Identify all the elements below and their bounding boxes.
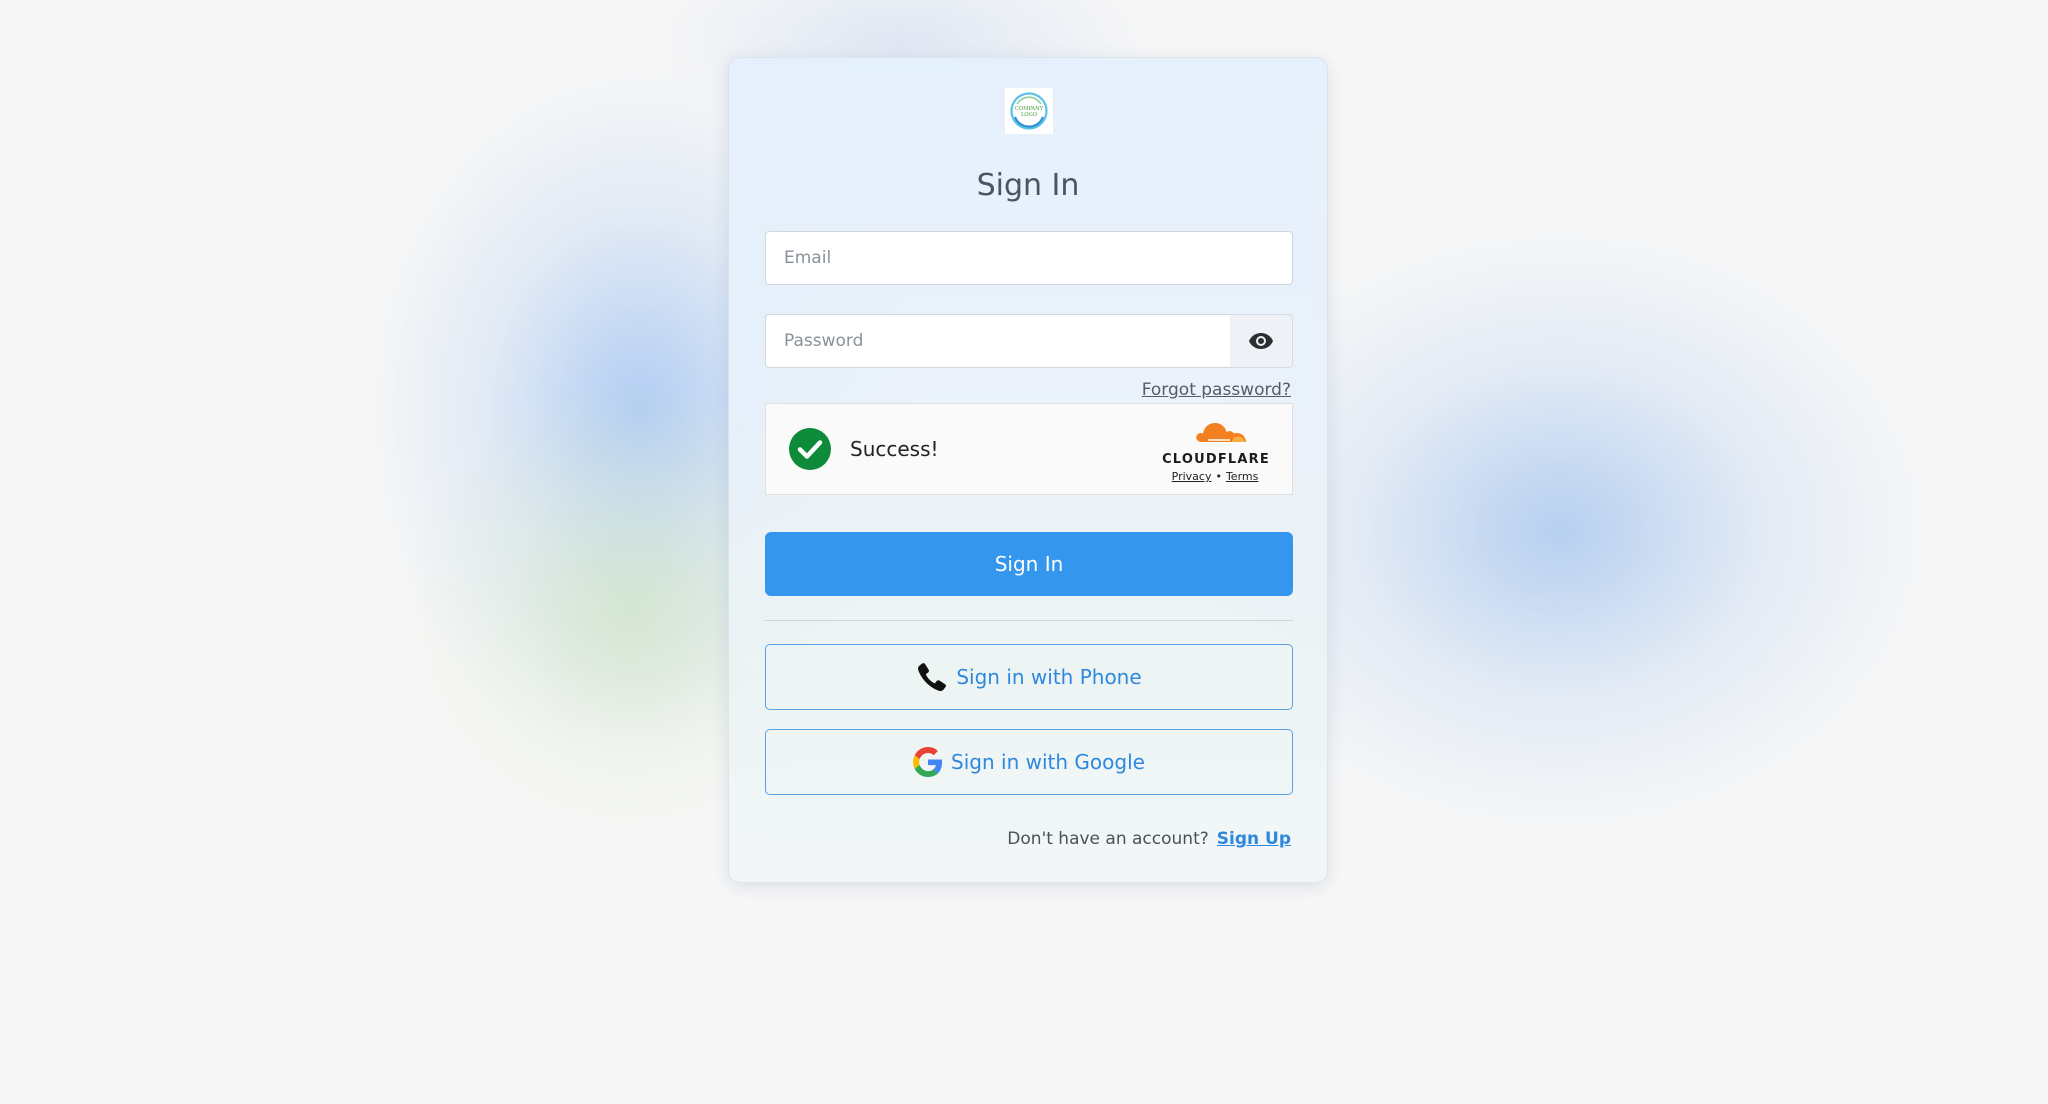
company-logo: COMPANY LOGO [1005, 88, 1053, 134]
cloudflare-wordmark: CLOUDFLARE [1162, 452, 1270, 467]
phone-icon [918, 663, 947, 692]
company-logo-icon: COMPANY LOGO [1010, 92, 1048, 130]
captcha-link-separator: • [1215, 470, 1222, 483]
sign-in-with-phone-label: Sign in with Phone [956, 665, 1142, 689]
captcha-privacy-link[interactable]: Privacy [1172, 470, 1212, 483]
cloudflare-logo: CLOUDFLARE Privacy • Terms [1160, 420, 1270, 483]
check-circle-icon [789, 428, 831, 470]
sign-up-link[interactable]: Sign Up [1217, 829, 1291, 849]
sign-in-button[interactable]: Sign In [765, 532, 1293, 596]
svg-text:LOGO: LOGO [1021, 112, 1037, 118]
eye-icon [1249, 333, 1273, 349]
sign-in-card: COMPANY LOGO Sign In Forgot password? Su… [728, 57, 1328, 883]
signup-prompt-row: Don't have an account? Sign Up [1007, 829, 1291, 849]
google-icon [913, 747, 943, 777]
cloudflare-captcha-widget: Success! CLOUDFLARE Privacy • Terms [765, 403, 1293, 495]
forgot-password-link[interactable]: Forgot password? [1142, 380, 1291, 400]
captcha-terms-link[interactable]: Terms [1226, 470, 1258, 483]
toggle-password-visibility-button[interactable] [1230, 314, 1293, 368]
sign-in-with-phone-button[interactable]: Sign in with Phone [765, 644, 1293, 710]
email-input[interactable] [765, 231, 1293, 285]
divider [765, 620, 1293, 621]
captcha-links: Privacy • Terms [1160, 470, 1270, 483]
password-input[interactable] [765, 314, 1231, 368]
cloudflare-cloud-icon [1196, 423, 1246, 442]
sign-in-with-google-button[interactable]: Sign in with Google [765, 729, 1293, 795]
captcha-status-text: Success! [850, 437, 939, 461]
page-title: Sign In [976, 168, 1080, 203]
signup-prompt-text: Don't have an account? [1007, 829, 1209, 849]
sign-in-with-google-label: Sign in with Google [951, 750, 1145, 774]
